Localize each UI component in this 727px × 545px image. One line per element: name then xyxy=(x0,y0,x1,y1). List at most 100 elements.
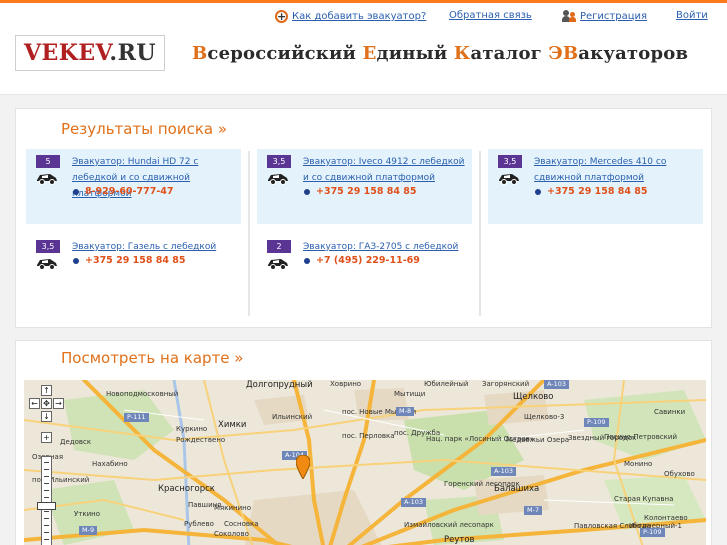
map-place-label: Сосновка xyxy=(224,520,259,528)
logo-tld: RU xyxy=(117,40,157,66)
map-place-label: Рублево xyxy=(184,520,214,528)
pan-up-icon[interactable]: ↑ xyxy=(41,385,52,396)
add-towtruck-label: Как добавить эвакуатор? xyxy=(292,11,427,22)
capacity-badge: 3,5 xyxy=(267,155,291,168)
phone-number: 8-929-60-777-47 xyxy=(85,186,174,197)
users-icon xyxy=(562,10,577,22)
bullet-icon xyxy=(304,257,310,264)
location-marker-icon[interactable] xyxy=(296,455,310,479)
zoom-slider-thumb[interactable] xyxy=(37,502,56,510)
capacity-badge: 3,5 xyxy=(498,155,522,168)
tow-truck-icon xyxy=(499,174,519,185)
road-number-label: P-109 xyxy=(584,418,609,427)
register-link[interactable]: Регистрация xyxy=(562,10,647,22)
result-card: 3,5 Эвакуатор: Mercedes 410 со сдвижной п… xyxy=(488,149,703,224)
bullet-icon xyxy=(73,257,79,264)
map-place-label: Старая Купавна xyxy=(614,495,674,503)
map-navigation: ↑ ← ✥ → ↓ + xyxy=(24,380,74,545)
result-card: 5 Эвакуатор: Hundai HD 72 с лебедкой и со… xyxy=(26,149,241,224)
tow-truck-icon xyxy=(268,259,288,270)
pan-left-icon[interactable]: ← xyxy=(29,398,40,409)
search-results-title[interactable]: Результаты поиска » xyxy=(61,120,227,138)
phone-number: +7 (495) 229-11-69 xyxy=(316,255,420,266)
map-place-label: Ильинский xyxy=(272,413,313,421)
road-number-label: P-111 xyxy=(124,413,149,422)
pan-right-icon[interactable]: → xyxy=(53,398,64,409)
register-label: Регистрация xyxy=(580,10,648,22)
bullet-icon xyxy=(304,188,310,195)
site-title-part: Е xyxy=(362,43,377,64)
map-place-label: Загорянский xyxy=(482,380,530,388)
pan-center-icon[interactable]: ✥ xyxy=(41,398,52,409)
site-header: + Как добавить эвакуатор? Обратная связь… xyxy=(0,3,727,95)
result-card: 2 Эвакуатор: ГАЗ-2705 с лебедкой +7 (495) … xyxy=(257,234,472,309)
site-title: Всероссийский Единый Каталог ЭВакуаторов xyxy=(192,43,688,64)
map-place-label: Горенский лесопарк xyxy=(444,480,520,488)
map-place-label: Юбилейный xyxy=(424,380,469,388)
map-place-label: Реутов xyxy=(444,535,475,545)
feedback-link[interactable]: Обратная связь xyxy=(449,10,532,21)
map-place-label: Щелково-3 xyxy=(524,413,565,421)
result-title-link[interactable]: Эвакуатор: Mercedes 410 со сдвижной плат… xyxy=(534,154,699,186)
site-title-part: акуаторов xyxy=(578,43,689,64)
tow-truck-icon xyxy=(37,174,57,185)
result-phone: 8-929-60-777-47 xyxy=(73,186,173,197)
map-place-label: Новоподмосковный xyxy=(106,390,179,398)
result-phone: +375 29 158 84 85 xyxy=(535,186,648,197)
site-title-part: ЭВ xyxy=(548,43,579,64)
road-number-label: M-7 xyxy=(524,506,543,515)
road-number-label: A-103 xyxy=(491,467,517,476)
map-place-label: Куркино xyxy=(176,425,208,433)
pan-down-icon[interactable]: ↓ xyxy=(41,411,52,422)
map-place-label: Нахабино xyxy=(92,460,128,468)
site-title-part: сероссийский xyxy=(207,43,363,64)
capacity-badge: 2 xyxy=(267,240,291,253)
map-place-label: Монино xyxy=(624,460,653,468)
site-title-part: аталог xyxy=(470,43,549,64)
result-title-link[interactable]: Эвакуатор: Газель с лебедкой xyxy=(72,239,237,255)
map-place-label: Мякинино xyxy=(214,504,252,512)
site-logo[interactable]: VEKEV.RU xyxy=(15,35,165,71)
column-separator xyxy=(479,151,481,316)
map-title[interactable]: Посмотреть на карте » xyxy=(61,349,243,367)
map-place-label: Щелково xyxy=(513,392,554,402)
road-number-label: A-103 xyxy=(544,380,570,389)
tow-truck-icon xyxy=(268,174,288,185)
bullet-icon xyxy=(73,188,79,195)
map-place-label: пос. Перловка xyxy=(342,432,395,440)
top-links: + Как добавить эвакуатор? Обратная связь… xyxy=(0,10,727,24)
zoom-slider[interactable] xyxy=(41,456,52,545)
map-place-label: Рождествено xyxy=(176,436,226,444)
search-results-panel: Результаты поиска » 5 Эвакуатор: Hundai H… xyxy=(15,108,712,328)
result-title-link[interactable]: Эвакуатор: ГАЗ-2705 с лебедкой xyxy=(303,239,468,255)
add-towtruck-link[interactable]: + Как добавить эвакуатор? xyxy=(275,10,426,23)
login-link[interactable]: Войти xyxy=(676,10,708,21)
capacity-badge: 5 xyxy=(36,155,60,168)
road-number-label: P-109 xyxy=(640,528,665,537)
result-card: 3,5 Эвакуатор: Газель с лебедкой +375 29 1… xyxy=(26,234,241,309)
map-panel: Посмотреть на карте » Долгопрудный Ховри… xyxy=(15,340,712,545)
column-separator xyxy=(248,151,250,316)
capacity-badge: 3,5 xyxy=(36,240,60,253)
map-place-label: Ховрино xyxy=(330,380,362,388)
road-number-label: M-9 xyxy=(79,526,98,535)
road-number-label: M-8 xyxy=(396,407,415,416)
bullet-icon xyxy=(535,188,541,195)
phone-number: +375 29 158 84 85 xyxy=(85,255,186,266)
site-title-part: В xyxy=(192,43,208,64)
logo-dot: . xyxy=(109,40,118,66)
road-number-label: A-103 xyxy=(401,498,427,507)
map-place-label: Савинки xyxy=(654,408,686,416)
map-place-label: Обухово xyxy=(664,470,695,478)
map-view[interactable]: Долгопрудный Ховрино Мытищи Юбилейный Загоря… xyxy=(24,380,706,545)
map-place-label: Медвежьи Озера xyxy=(506,436,570,444)
zoom-in-icon[interactable]: + xyxy=(41,432,52,443)
result-title-link[interactable]: Эвакуатор: Iveco 4912 с лебедкой и со сд… xyxy=(303,154,468,186)
phone-number: +375 29 158 84 85 xyxy=(316,186,417,197)
map-place-label: Измайловский лесопарк xyxy=(404,521,494,529)
map-place-label: Соколово xyxy=(214,530,249,538)
phone-number: +375 29 158 84 85 xyxy=(547,186,648,197)
map-place-label: Посино-Петровский xyxy=(604,433,678,441)
tow-truck-icon xyxy=(37,259,57,270)
map-place-label: Химки xyxy=(218,420,247,430)
